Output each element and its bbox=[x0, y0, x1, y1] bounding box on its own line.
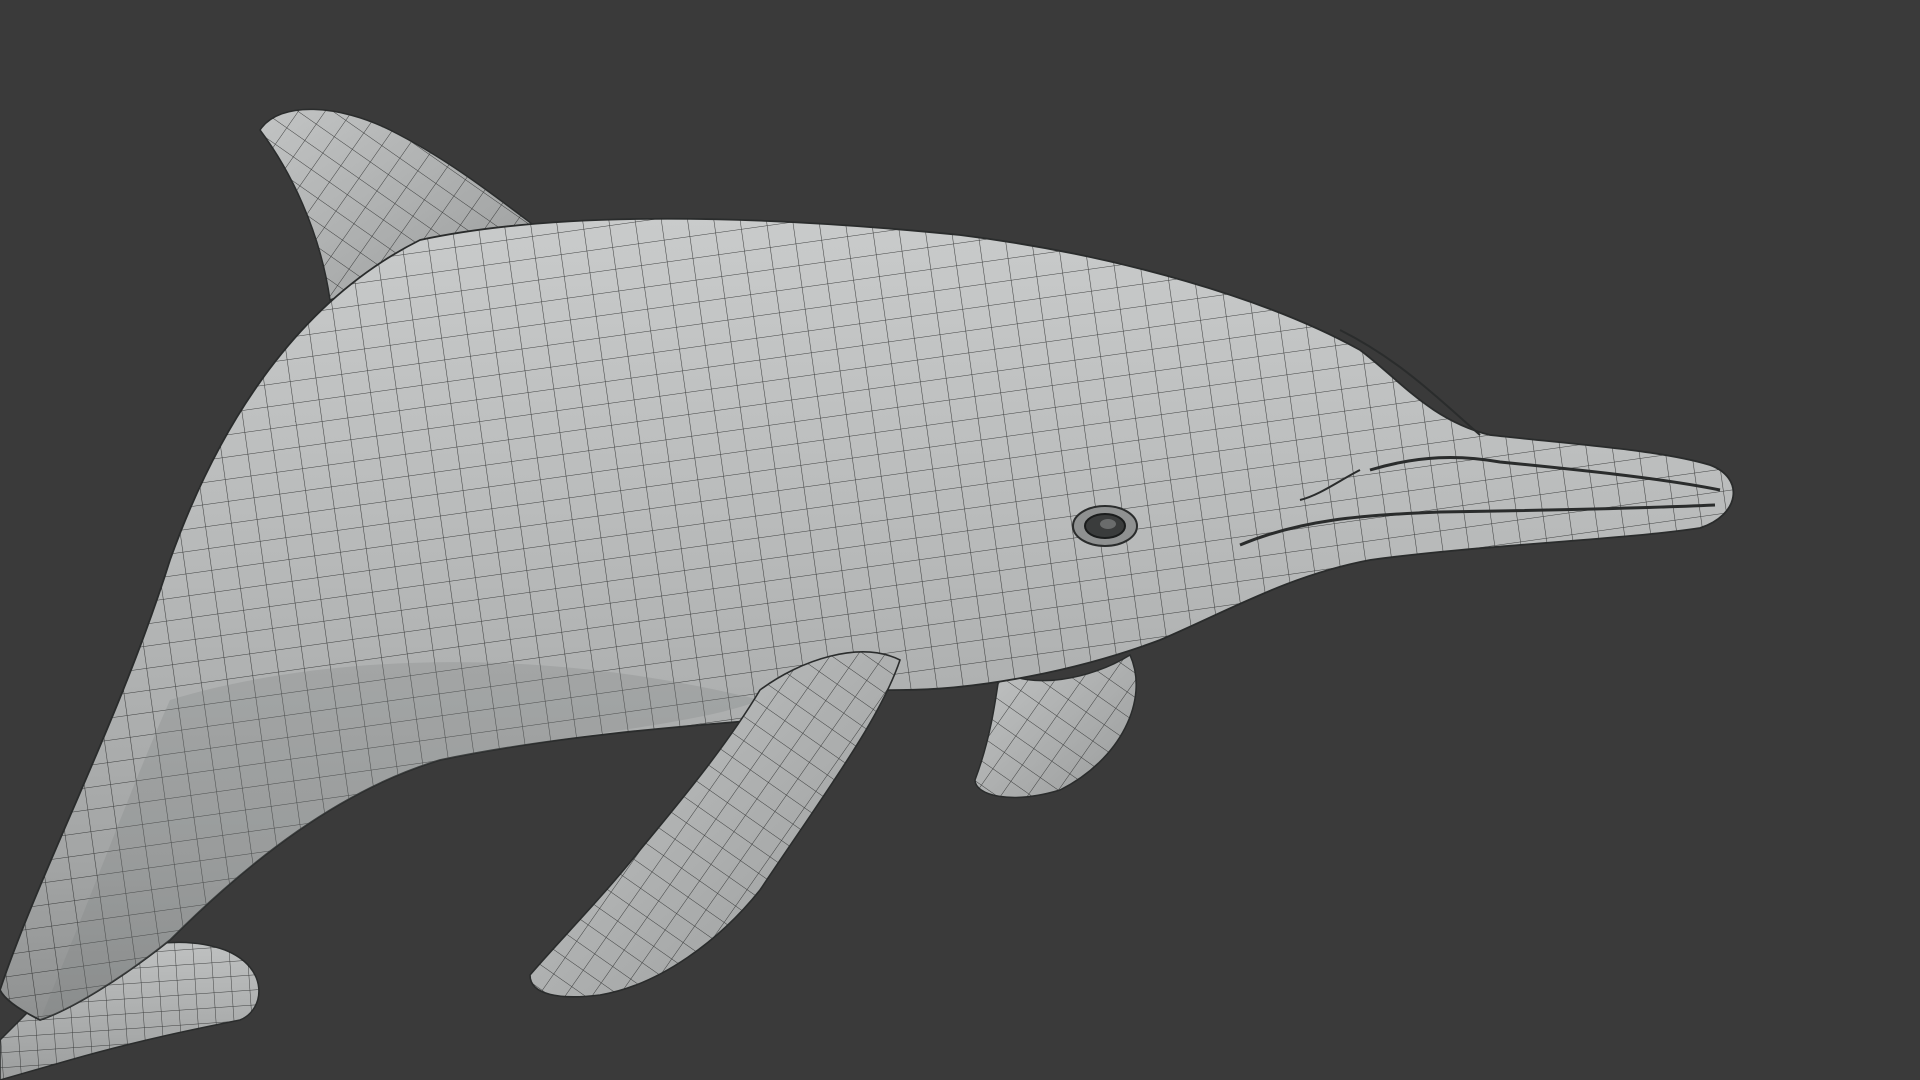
eye bbox=[1072, 505, 1138, 547]
dolphin-body bbox=[0, 217, 1735, 1021]
dolphin-mesh-icon[interactable] bbox=[0, 0, 1920, 1080]
3d-viewport[interactable] bbox=[0, 0, 1920, 1080]
